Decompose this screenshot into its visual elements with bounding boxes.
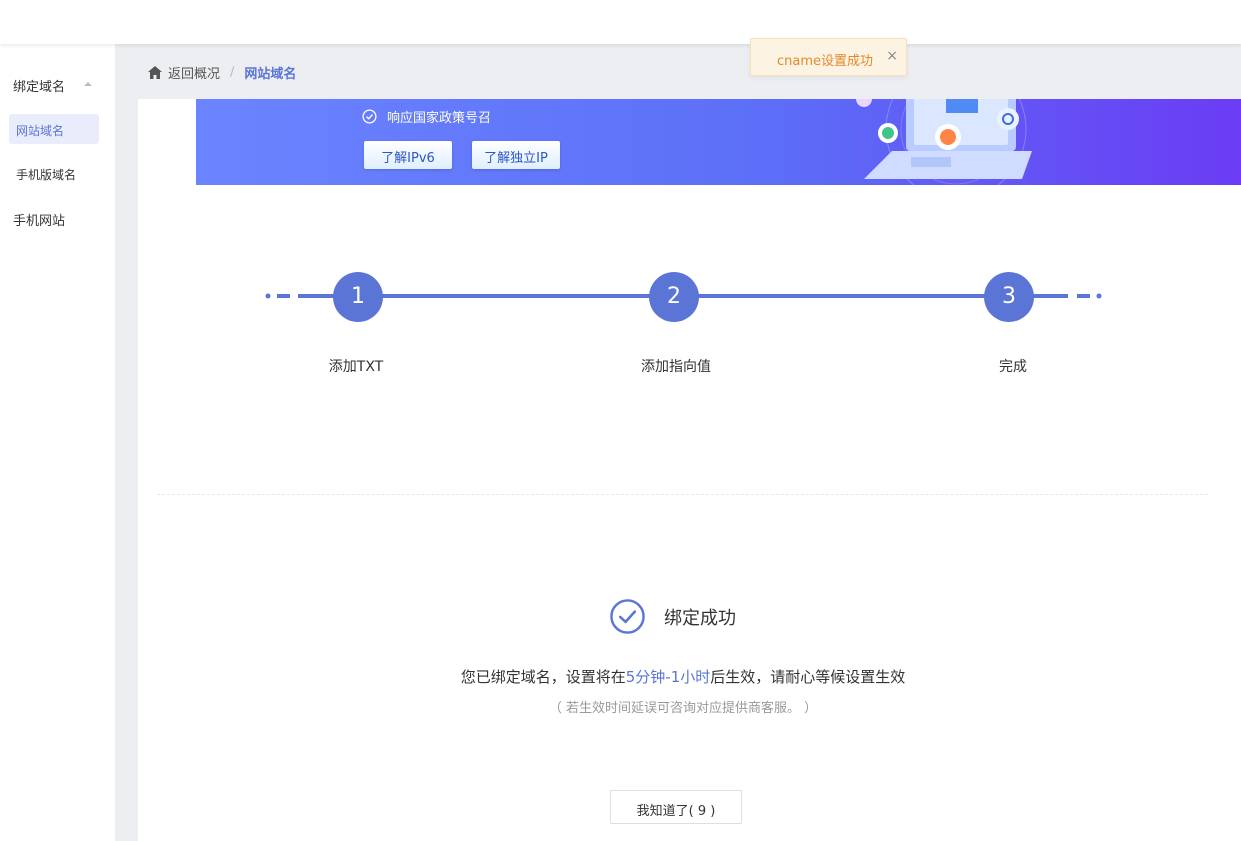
success-toast: cname设置成功 × bbox=[750, 38, 907, 76]
breadcrumb-separator: / bbox=[230, 65, 235, 80]
success-header: 绑定成功 bbox=[609, 598, 736, 635]
success-message-time: 5分钟-1小时 bbox=[625, 668, 711, 686]
learn-dedicated-ip-button[interactable]: 了解独立IP bbox=[472, 141, 560, 169]
sidebar-item-website-domain[interactable]: 网站域名 bbox=[9, 114, 99, 144]
success-check-icon bbox=[610, 599, 645, 634]
step-label-2: 添加指向值 bbox=[641, 359, 711, 375]
sidebar: 绑定域名 网站域名 手机版域名 手机网站 bbox=[0, 44, 115, 841]
main-panel bbox=[138, 99, 1241, 841]
sidebar-item-mobile-site[interactable]: 手机网站 bbox=[13, 210, 65, 229]
steps-line bbox=[265, 293, 1102, 299]
learn-ipv6-button[interactable]: 了解IPv6 bbox=[364, 141, 452, 169]
step-label-3: 完成 bbox=[999, 359, 1027, 375]
step-circle-1: 1 bbox=[333, 272, 383, 322]
success-message-after: 后生效，请耐心等候设置生效 bbox=[710, 668, 906, 686]
banner-slogan: 响应国家政策号召 bbox=[387, 111, 492, 126]
acknowledge-button[interactable]: 我知道了( 9 ) bbox=[610, 790, 742, 824]
success-message-before: 您已绑定域名，设置将在 bbox=[460, 668, 626, 686]
success-message: 您已绑定域名，设置将在5分钟-1小时后生效，请耐心等候设置生效 bbox=[0, 666, 1241, 687]
toast-message: cname设置成功 bbox=[777, 54, 874, 69]
progress-steps: 1 2 3 添加TXT 添加指向值 完成 bbox=[0, 270, 1241, 390]
close-icon[interactable]: × bbox=[886, 48, 898, 64]
success-title: 绑定成功 bbox=[664, 607, 736, 629]
sidebar-item-mobile-domain[interactable]: 手机版域名 bbox=[16, 166, 76, 183]
step-circle-3: 3 bbox=[984, 272, 1034, 322]
laptop-illustration-icon bbox=[856, 99, 1032, 185]
step-circle-2: 2 bbox=[649, 272, 699, 322]
section-divider bbox=[157, 494, 1208, 495]
check-circle-icon bbox=[362, 109, 377, 124]
success-note: （ 若生效时间延误可咨询对应提供商客服。 ） bbox=[548, 701, 818, 716]
breadcrumb-back-link[interactable]: 返回概况 bbox=[168, 63, 220, 82]
breadcrumb-current: 网站域名 bbox=[244, 67, 297, 82]
home-icon bbox=[148, 66, 162, 79]
ip-banner: 响应国家政策号召 了解IPv6 了解独立IP bbox=[196, 99, 1241, 185]
top-bar bbox=[0, 0, 1241, 44]
step-label-1: 添加TXT bbox=[328, 359, 384, 375]
banner-slogan-row: 响应国家政策号召 bbox=[362, 107, 491, 126]
breadcrumb: 返回概况 / 网站域名 bbox=[148, 63, 296, 82]
sidebar-group-bind-domain[interactable]: 绑定域名 bbox=[13, 76, 65, 95]
caret-up-icon[interactable] bbox=[84, 82, 92, 86]
